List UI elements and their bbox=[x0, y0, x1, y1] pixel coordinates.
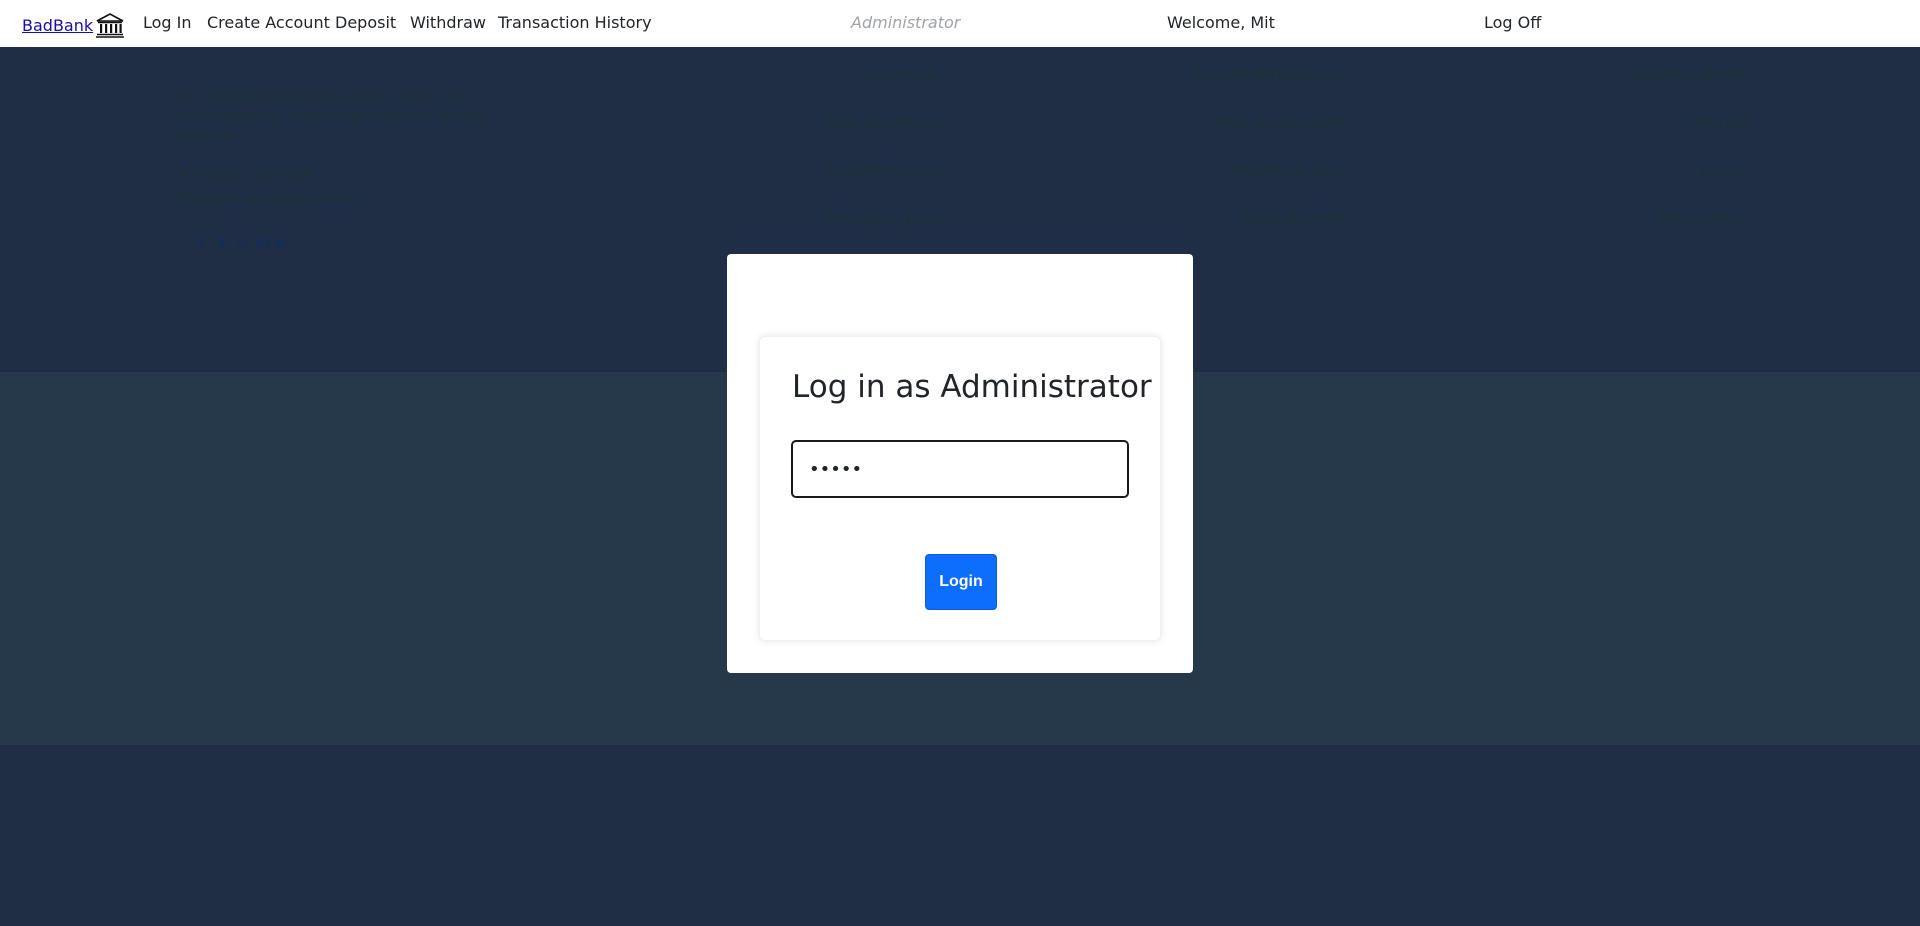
nav-deposit[interactable]: Deposit bbox=[335, 13, 396, 32]
password-input[interactable] bbox=[791, 440, 1129, 498]
footer-col1-item[interactable]: Team Excellence bbox=[824, 115, 940, 131]
brand-link[interactable]: BadBank bbox=[22, 12, 125, 38]
footer-col1-item[interactable]: Customer Focus bbox=[828, 163, 940, 179]
footer-col3-item[interactable]: Learning bbox=[1687, 115, 1748, 131]
footer-description: Our BadBank provides secure service, no … bbox=[178, 89, 483, 145]
card-title: Log in as Administrator bbox=[792, 369, 1152, 405]
top-navbar: BadBank Log In Create Account Deposit Wi… bbox=[0, 0, 1920, 47]
footer-phone: +1 (832) 520-3028 bbox=[178, 167, 313, 183]
nav-logoff[interactable]: Log Off bbox=[1484, 13, 1541, 32]
login-button[interactable]: Login bbox=[925, 554, 997, 610]
admin-login-modal: Log in as Administrator Login bbox=[727, 254, 1193, 673]
bottom-band bbox=[0, 745, 1920, 926]
footer-col1-item[interactable]: Our Vision bbox=[868, 67, 940, 83]
linkedin-icon[interactable]: in bbox=[255, 235, 270, 251]
footer-col3-item[interactable]: Business Stories bbox=[1633, 67, 1748, 83]
youtube-icon[interactable]: ▶ bbox=[275, 235, 289, 251]
instagram-icon[interactable]: ◎ bbox=[235, 235, 249, 251]
footer-col2-item[interactable]: Payment Solutions bbox=[1215, 115, 1345, 131]
welcome-text: Welcome, Mit bbox=[1167, 13, 1275, 32]
nav-login[interactable]: Log In bbox=[143, 13, 192, 32]
footer-col2-item[interactable]: Wealth Advisory bbox=[1232, 163, 1345, 179]
nav-transaction-history[interactable]: Transaction History bbox=[498, 13, 652, 32]
nav-administrator[interactable]: Administrator bbox=[851, 13, 960, 32]
login-card: Log in as Administrator Login bbox=[759, 336, 1161, 641]
nav-create-account[interactable]: Create Account bbox=[207, 13, 330, 32]
footer-col1-item[interactable]: Innovation Drive bbox=[824, 211, 940, 227]
footer-col2-item[interactable]: Mobile Banking bbox=[1238, 211, 1345, 227]
facebook-icon[interactable]: f bbox=[195, 235, 209, 251]
brand-label: BadBank bbox=[22, 15, 94, 35]
twitter-icon[interactable]: t bbox=[215, 235, 229, 251]
footer-email: Mitpatel...one@gmail.com bbox=[178, 191, 362, 207]
social-links: f t ◎ in ▶ bbox=[195, 235, 289, 251]
footer-col3-item[interactable]: Refund Policy bbox=[1654, 211, 1748, 227]
bank-icon bbox=[96, 13, 125, 38]
footer-col3-item[interactable]: Licence bbox=[1695, 163, 1748, 179]
footer-col2-item[interactable]: Account Management bbox=[1192, 67, 1345, 83]
nav-withdraw[interactable]: Withdraw bbox=[410, 13, 486, 32]
